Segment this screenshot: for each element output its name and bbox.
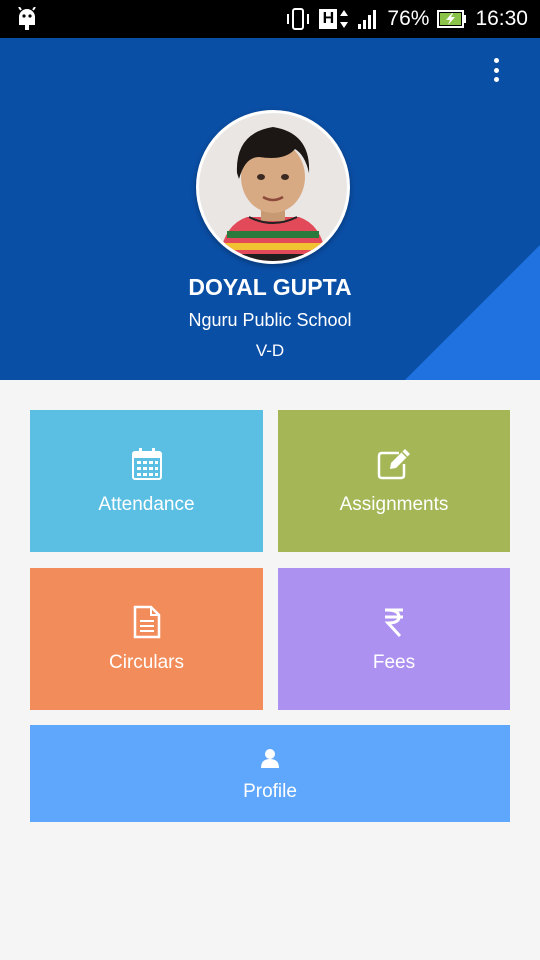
attendance-label: Attendance	[98, 494, 195, 515]
circulars-label: Circulars	[109, 652, 184, 673]
attendance-tile[interactable]: Attendance	[30, 410, 263, 552]
student-name: DOYAL GUPTA	[188, 274, 352, 300]
document-icon	[133, 604, 161, 640]
avatar[interactable]	[196, 110, 350, 264]
rupee-icon	[383, 604, 405, 640]
fees-tile[interactable]: Fees	[278, 568, 510, 710]
android-debug-icon	[16, 6, 38, 36]
battery-charging-icon	[437, 8, 467, 30]
user-icon	[260, 745, 280, 771]
network-h-icon: H	[319, 8, 349, 30]
profile-header: DOYAL GUPTA Nguru Public School V-D	[0, 38, 540, 380]
profile-tile[interactable]: Profile	[30, 725, 510, 822]
vibrate-icon	[285, 7, 311, 31]
signal-icon	[357, 8, 379, 30]
assignments-label: Assignments	[339, 494, 449, 515]
circulars-tile[interactable]: Circulars	[30, 568, 263, 710]
battery-percent: 76%	[387, 7, 430, 30]
status-bar: H 76% 16:30	[0, 0, 540, 38]
assignments-tile[interactable]: Assignments	[278, 410, 510, 552]
clock: 16:30	[475, 7, 528, 30]
edit-icon	[377, 446, 411, 482]
school-name: Nguru Public School	[188, 310, 352, 330]
calendar-icon	[131, 446, 162, 482]
class-section: V-D	[255, 341, 285, 360]
profile-label: Profile	[243, 780, 297, 802]
more-vert-icon[interactable]	[490, 58, 502, 82]
fees-label: Fees	[372, 652, 416, 673]
